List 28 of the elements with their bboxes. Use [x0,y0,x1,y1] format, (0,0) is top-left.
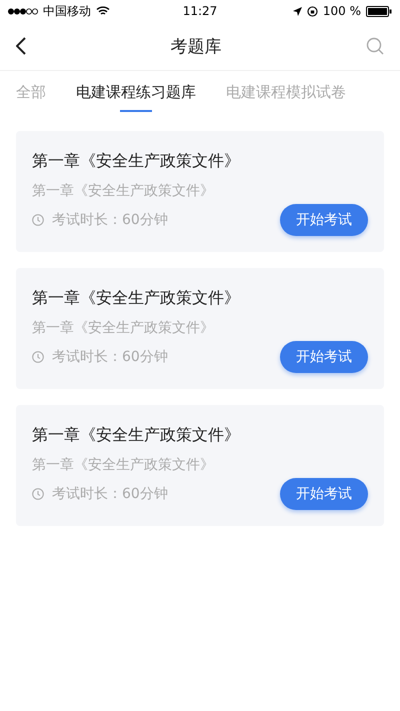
exam-subtitle: 第一章《安全生产政策文件》 [32,456,215,474]
start-exam-button[interactable]: 开始考试 [280,478,368,510]
exam-subtitle: 第一章《安全生产政策文件》 [32,319,215,337]
rotation-lock-icon [306,6,318,16]
tab[interactable]: 全部 [16,74,46,112]
status-time: 11:27 [182,4,218,18]
location-icon [292,6,302,16]
clock-icon [32,214,44,226]
exam-duration: 考试时长：60分钟 [52,348,169,366]
page-title: 考题库 [170,36,222,58]
exam-title: 第一章《安全生产政策文件》 [32,288,241,309]
exam-subtitle: 第一章《安全生产政策文件》 [32,182,215,200]
start-exam-button[interactable]: 开始考试 [280,204,368,236]
battery-percent: 100 % [322,4,361,18]
battery-icon [366,6,392,16]
back-icon[interactable] [16,37,26,55]
exam-duration: 考试时长：60分钟 [52,211,169,229]
wifi-icon [96,6,110,16]
clock-icon [32,351,44,363]
signal-icon [8,8,38,14]
tab[interactable]: 电建课程练习题库 [76,74,196,112]
exam-title: 第一章《安全生产政策文件》 [32,151,241,172]
start-exam-button[interactable]: 开始考试 [280,341,368,373]
exam-title: 第一章《安全生产政策文件》 [32,425,241,446]
tab[interactable]: 电建课程模拟试卷 [226,74,346,112]
clock-icon [32,488,44,500]
exam-duration: 考试时长：60分钟 [52,485,169,503]
carrier: 中国移动 [43,2,91,20]
